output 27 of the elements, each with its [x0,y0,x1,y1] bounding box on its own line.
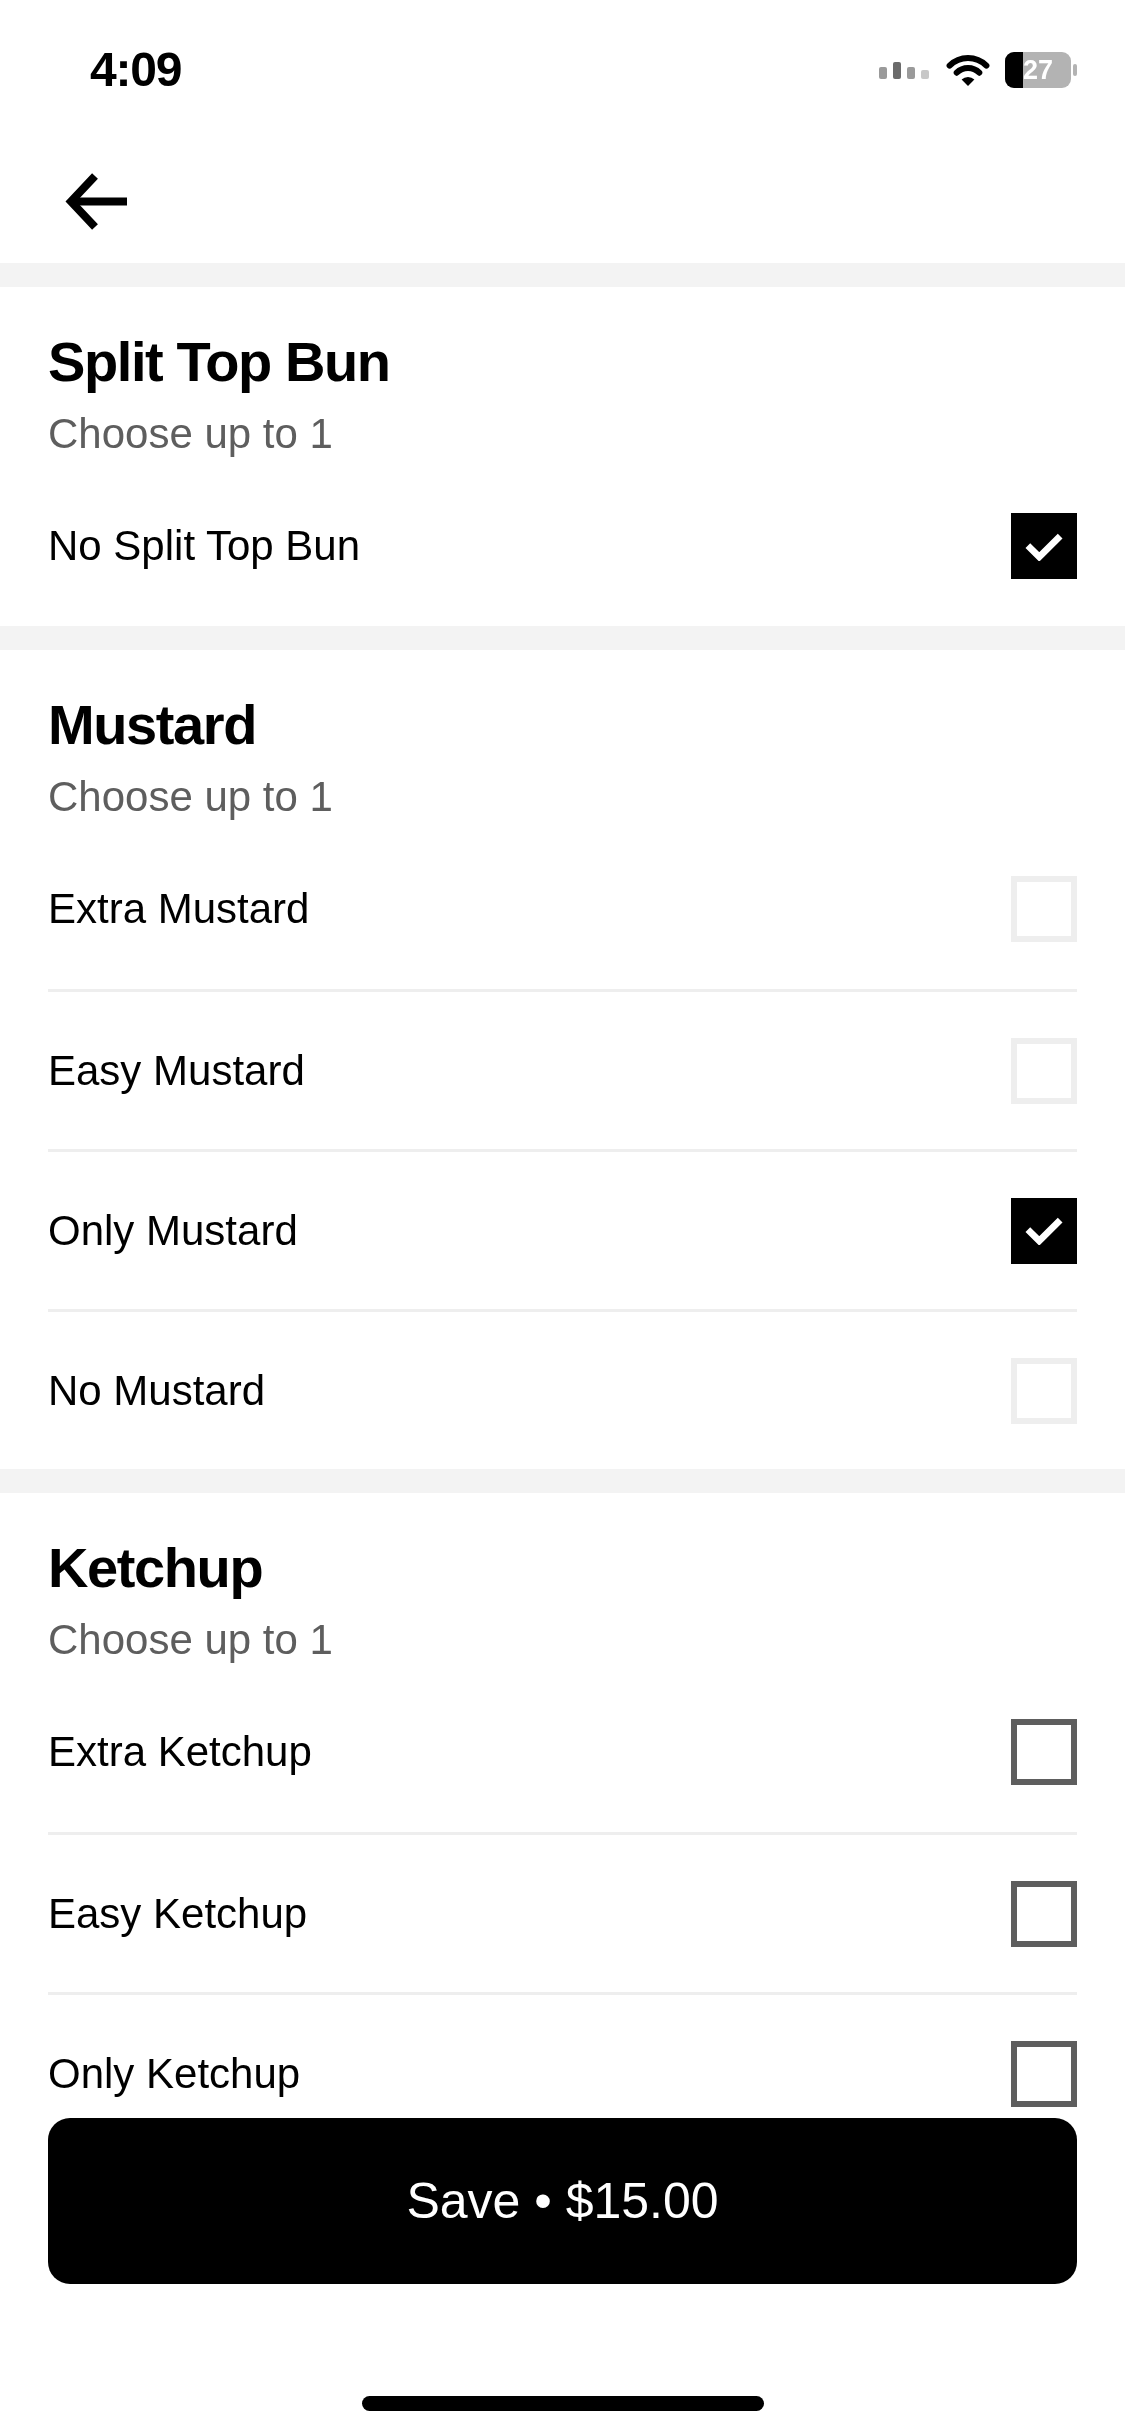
wifi-icon [945,53,991,87]
signal-icon [879,61,931,79]
group-title: Ketchup [48,1535,264,1601]
option-label: No Mustard [48,1365,266,1416]
checkbox[interactable] [1011,1880,1077,1947]
group-title: Mustard [48,692,257,758]
status-time: 4:09 [90,46,182,94]
battery-percentage: 27 [1022,56,1053,84]
group-subtitle: Choose up to 1 [48,772,334,822]
checkbox[interactable] [1011,2040,1077,2107]
save-button[interactable]: Save • $15.00 [48,2118,1077,2284]
checkbox[interactable] [1011,1197,1077,1264]
check-icon [1025,1216,1063,1245]
group-subtitle: Choose up to 1 [48,1615,334,1665]
option-label: No Split Top Bun [48,521,361,571]
group-title: Split Top Bun [48,329,391,395]
check-icon [1025,531,1063,561]
option-label: Only Mustard [48,1205,298,1256]
option-label: Easy Mustard [48,1045,305,1096]
checkbox[interactable] [1011,1719,1077,1785]
option-label: Only Ketchup [48,2048,301,2099]
option-label: Extra Ketchup [48,1727,312,1777]
battery-icon [1005,52,1077,88]
checkbox[interactable] [1011,513,1077,579]
option-label: Extra Mustard [48,884,310,934]
group-subtitle: Choose up to 1 [48,409,334,459]
option-label: Easy Ketchup [48,1888,308,1939]
